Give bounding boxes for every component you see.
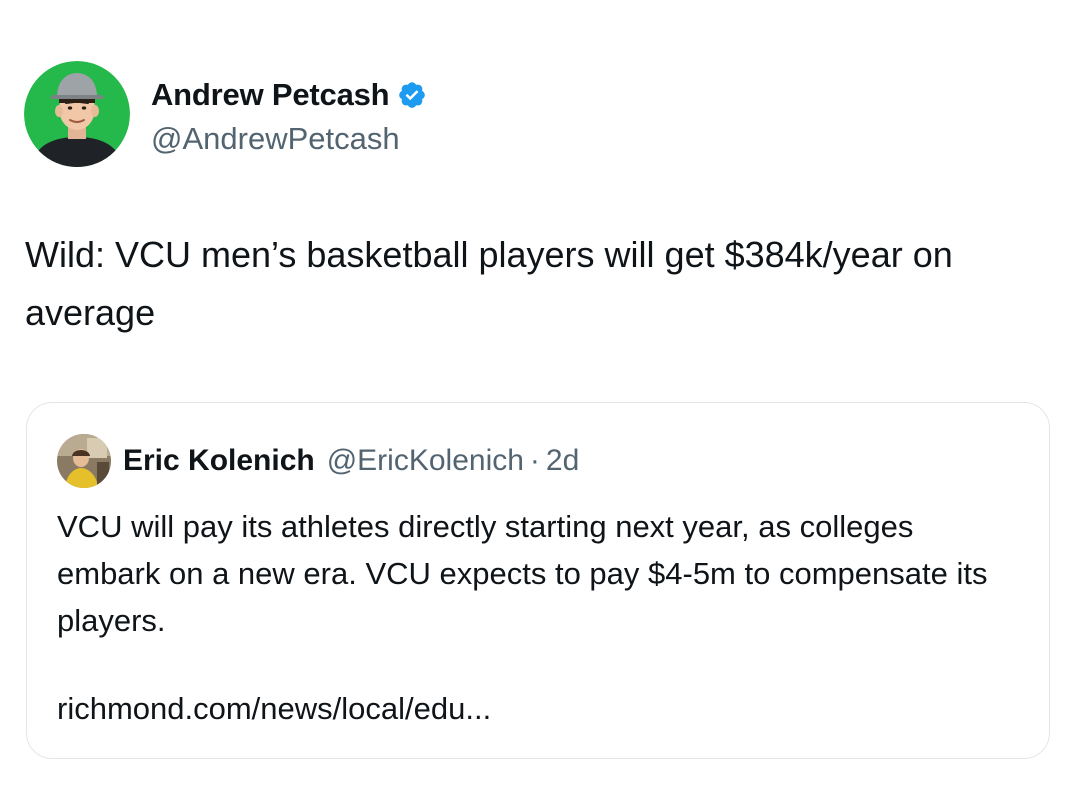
author-text: Andrew Petcash @AndrewPetcash [151, 71, 427, 157]
author-display-name[interactable]: Andrew Petcash [151, 77, 390, 113]
quoted-separator-dot: · [529, 444, 540, 477]
quoted-tweet-text: VCU will pay its athletes directly start… [57, 509, 988, 638]
verified-badge-icon [397, 80, 427, 110]
quoted-tweet-card[interactable]: Eric Kolenich @EricKolenich · 2d VCU wil… [26, 402, 1050, 759]
quoted-tweet-link[interactable]: richmond.com/news/local/edu... [57, 685, 491, 732]
quoted-author-name[interactable]: Eric Kolenich [123, 444, 315, 478]
tweet-author: Andrew Petcash @AndrewPetcash [24, 59, 427, 169]
author-avatar[interactable] [24, 61, 130, 167]
quoted-tweet-header: Eric Kolenich @EricKolenich · 2d [57, 433, 579, 489]
author-name-row: Andrew Petcash [151, 71, 427, 119]
tweet: Andrew Petcash @AndrewPetcash Wild: VCU … [0, 0, 1077, 800]
quoted-timestamp[interactable]: 2d [546, 444, 579, 478]
quoted-author-handle[interactable]: @EricKolenich [327, 444, 524, 478]
author-handle[interactable]: @AndrewPetcash [151, 121, 427, 157]
tweet-text: Wild: VCU men’s basketball players will … [25, 234, 953, 333]
quoted-author-avatar[interactable] [57, 434, 111, 488]
